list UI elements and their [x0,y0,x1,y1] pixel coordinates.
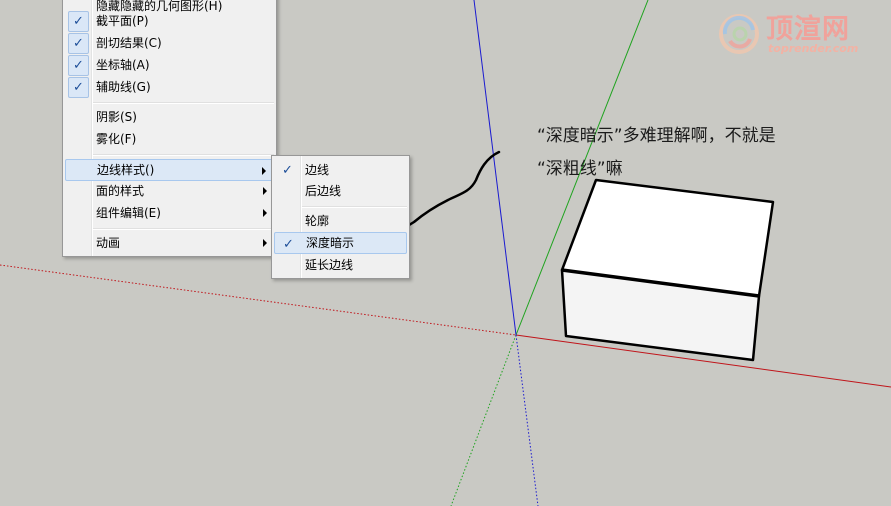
submenu-item-depth-cue[interactable]: ✓ 深度暗示 [274,232,407,254]
submenu-item-profiles[interactable]: 轮廓 [274,210,407,232]
annotation-line-2: “深粗线”嘛 [537,159,623,179]
menu-item-label: 面的样式 [96,184,145,198]
edge-style-submenu: ✓ 边线 后边线 轮廓 ✓ 深度暗示 延长边线 [271,155,410,279]
submenu-arrow-icon [263,187,267,195]
menu-item-label: 边线 [305,163,330,177]
view-menu: 隐藏隐藏的几何图形(H) ✓ 截平面(P) ✓ 剖切结果(C) ✓ 坐标轴(A)… [62,0,277,257]
check-icon: ✓ [282,163,293,178]
watermark-logo: 顶渲网 toprender.com [716,9,876,61]
red-axis-hidden [0,264,517,336]
blue-axis [473,0,517,336]
menu-item-section-planes[interactable]: ✓ 截平面(P) [65,10,274,32]
check-icon: ✓ [68,11,89,32]
check-icon: ✓ [68,77,89,98]
annotation-line-1: “深度暗示”多难理解啊，不就是 [537,126,776,146]
menu-item-fog[interactable]: 雾化(F) [65,128,274,150]
menu-item-section-cuts[interactable]: ✓ 剖切结果(C) [65,32,274,54]
check-icon: ✓ [283,237,294,252]
menu-separator [93,228,274,230]
menu-item-edge-style[interactable]: 边线样式() [65,159,274,181]
menu-item-animation[interactable]: 动画 [65,232,274,254]
menu-separator [93,102,274,104]
menu-item-label: 阴影(S) [96,110,137,124]
menu-item-shadows[interactable]: 阴影(S) [65,106,274,128]
watermark-title: 顶渲网 [766,14,850,45]
check-icon: ✓ [68,33,89,54]
menu-item-axes[interactable]: ✓ 坐标轴(A) [65,54,274,76]
menu-item-label: 雾化(F) [96,132,137,146]
menu-item-face-style[interactable]: 面的样式 [65,180,274,202]
blue-axis-hidden [515,334,539,506]
menu-separator [302,206,407,208]
submenu-item-back-edges[interactable]: 后边线 [274,180,407,202]
swirl-logo-icon [719,14,759,54]
green-axis-hidden [450,334,517,506]
check-icon: ✓ [68,55,89,76]
submenu-item-edges[interactable]: ✓ 边线 [274,159,407,181]
box-model[interactable] [560,178,775,362]
submenu-arrow-icon [262,167,266,175]
submenu-arrow-icon [263,209,267,217]
menu-item-label: 辅助线(G) [96,80,151,94]
menu-item-label: 轮廓 [305,214,330,228]
menu-item-label: 截平面(P) [96,14,149,28]
menu-item-label: 组件编辑(E) [96,206,161,220]
menu-item-label: 坐标轴(A) [96,58,150,72]
submenu-item-extension[interactable]: 延长边线 [274,254,407,276]
menu-item-guides[interactable]: ✓ 辅助线(G) [65,76,274,98]
menu-item-label: 深度暗示 [306,236,355,250]
submenu-arrow-icon [263,239,267,247]
menu-item-label: 后边线 [305,184,342,198]
menu-item-label: 延长边线 [305,258,354,272]
menu-item-component-edit[interactable]: 组件编辑(E) [65,202,274,224]
menu-item-label: 动画 [96,236,121,250]
menu-item-label: 边线样式() [97,163,155,177]
watermark-url: toprender.com [768,42,859,55]
menu-separator [93,154,274,156]
menu-item-label: 剖切结果(C) [96,36,162,50]
